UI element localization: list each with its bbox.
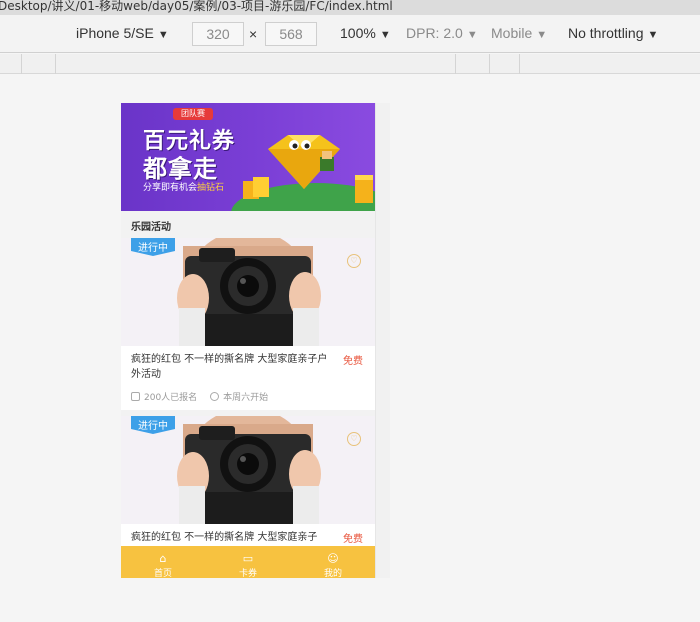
activity-meta: 200人已报名 本周六开始 <box>131 390 268 403</box>
heart-icon[interactable]: ♡ <box>347 432 361 446</box>
zoom-select[interactable]: 100% ▼ <box>340 25 391 41</box>
device-select[interactable]: iPhone 5/SE ▼ <box>76 25 169 41</box>
activity-description: 疯狂的红包 不一样的撕名牌 大型家庭亲子 <box>131 532 318 543</box>
activity-price: 免费 <box>343 356 363 367</box>
chevron-down-icon: ▼ <box>536 29 548 41</box>
bottom-tab-bar: ⌂ 首页 ▭ 卡券 ☺ 我的 <box>121 546 375 578</box>
page-content: 团队赛 百元礼券 都拿走 分享即有机会抽钻石 乐园活动 进行中 ♡ 疯狂的红包 … <box>121 103 375 578</box>
scrollbar[interactable] <box>375 103 390 578</box>
width-input[interactable]: 320 <box>192 22 244 46</box>
mode-select[interactable]: Mobile ▼ <box>491 25 547 41</box>
ruler-segment[interactable] <box>490 54 520 74</box>
banner-title-line2: 都拿走 <box>143 155 218 183</box>
dimension-separator: × <box>249 26 258 42</box>
gift-box-icon <box>355 175 373 203</box>
window-path: Desktop/讲义/01-移动web/day05/案例/03-项目-游乐园/F… <box>0 0 393 13</box>
device-label: iPhone 5/SE <box>76 25 154 41</box>
media-query-ruler[interactable] <box>0 54 700 74</box>
device-toolbar: iPhone 5/SE ▼ 320 × 568 100% ▼ DPR: 2.0 ▼ M… <box>0 15 700 53</box>
user-icon: ☺ <box>327 552 339 565</box>
dpr-label: DPR: 2.0 <box>406 25 463 41</box>
section-title: 乐园活动 <box>131 222 171 233</box>
clock-icon <box>210 392 220 401</box>
activity-price: 免费 <box>343 534 363 545</box>
dpr-select[interactable]: DPR: 2.0 ▼ <box>406 25 478 41</box>
ruler-segment[interactable] <box>0 54 22 74</box>
tab-label: 卡券 <box>238 569 257 578</box>
status-badge-label: 进行中 <box>138 243 168 254</box>
throttle-select[interactable]: No throttling ▼ <box>568 25 658 41</box>
tab-label: 我的 <box>323 569 342 578</box>
coins-icon <box>243 177 269 199</box>
zoom-label: 100% <box>340 25 376 41</box>
status-badge: 进行中 <box>131 238 175 256</box>
diamond-icon <box>268 135 340 189</box>
activity-card[interactable]: 进行中 ♡ 疯狂的红包 不一样的撕名牌 大型家庭亲子户外活动 免费 200人已报… <box>121 238 375 410</box>
banner-subtitle-main: 分享即有机会 <box>143 183 198 193</box>
chevron-down-icon: ▼ <box>466 29 478 41</box>
ticket-icon: ▭ <box>242 552 254 565</box>
tab-label: 首页 <box>153 569 172 578</box>
tab-tickets[interactable]: ▭ 卡券 <box>206 546 290 578</box>
flag-icon <box>131 392 140 401</box>
start-time: 本周六开始 <box>223 393 269 403</box>
banner-subtitle: 分享即有机会抽钻石 <box>143 180 224 193</box>
mode-label: Mobile <box>491 25 533 41</box>
chevron-down-icon: ▼ <box>647 29 659 41</box>
tab-profile[interactable]: ☺ 我的 <box>291 546 375 578</box>
ruler-segment[interactable] <box>56 54 456 74</box>
ruler-segment[interactable] <box>22 54 56 74</box>
carousel-indicators[interactable] <box>228 201 263 211</box>
chevron-down-icon: ▼ <box>157 29 169 41</box>
banner-tag: 团队赛 <box>173 108 213 120</box>
tab-home[interactable]: ⌂ 首页 <box>121 546 205 578</box>
ruler-segment[interactable] <box>456 54 490 74</box>
activity-description: 疯狂的红包 不一样的撕名牌 大型家庭亲子户外活动 <box>131 354 328 380</box>
heart-icon[interactable]: ♡ <box>347 254 361 268</box>
status-badge: 进行中 <box>131 416 175 434</box>
chevron-down-icon: ▼ <box>379 29 391 41</box>
status-badge-label: 进行中 <box>138 421 168 432</box>
signup-count: 200人已报名 <box>144 393 198 403</box>
banner-subtitle-highlight: 抽钻石 <box>197 183 225 193</box>
height-input[interactable]: 568 <box>265 22 317 46</box>
window-title-bar: Desktop/讲义/01-移动web/day05/案例/03-项目-游乐园/F… <box>0 0 700 15</box>
home-icon: ⌂ <box>159 552 167 565</box>
device-viewport: 团队赛 百元礼券 都拿走 分享即有机会抽钻石 乐园活动 进行中 ♡ 疯狂的红包 … <box>121 103 390 578</box>
promo-banner[interactable]: 团队赛 百元礼券 都拿走 分享即有机会抽钻石 <box>121 103 375 211</box>
throttle-label: No throttling <box>568 25 644 41</box>
